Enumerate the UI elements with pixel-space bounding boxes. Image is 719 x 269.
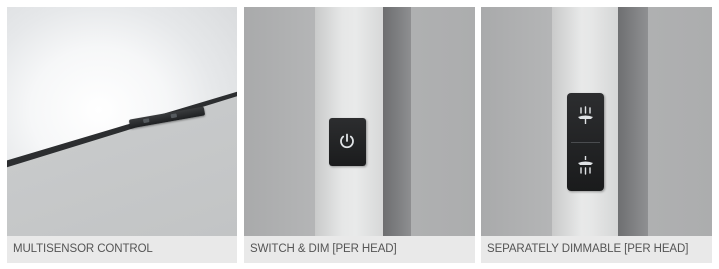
product-photo-card-switch-dim: SWITCH & DIM [PER HEAD] <box>244 7 475 263</box>
sensor-window <box>142 118 150 124</box>
caption-multisensor-control: MULTISENSOR CONTROL <box>13 243 153 255</box>
caption-bar: MULTISENSOR CONTROL <box>7 236 237 263</box>
dual-dimming-button-plate <box>567 93 604 191</box>
switch-dim-photo <box>244 7 475 236</box>
product-photo-card-multisensor: MULTISENSOR CONTROL <box>7 7 237 263</box>
caption-switch-dim: SWITCH & DIM [PER HEAD] <box>250 243 397 255</box>
power-icon <box>338 132 356 150</box>
caption-separately-dimmable: SEPARATELY DIMMABLE [PER HEAD] <box>487 243 689 255</box>
separately-dimmable-photo <box>481 7 712 236</box>
switch-dim-button-plate <box>329 118 366 166</box>
multisensor-photo <box>7 7 237 236</box>
sensor-window <box>170 113 178 119</box>
caption-bar: SEPARATELY DIMMABLE [PER HEAD] <box>481 236 712 263</box>
lamp-pillar-side <box>618 7 648 236</box>
downlight-icon <box>575 155 596 176</box>
lamp-pillar-side <box>383 7 411 236</box>
button-divider <box>571 142 600 143</box>
product-photo-card-separately-dimmable: SEPARATELY DIMMABLE [PER HEAD] <box>481 7 712 263</box>
uplight-icon <box>575 105 596 126</box>
caption-bar: SWITCH & DIM [PER HEAD] <box>244 236 475 263</box>
